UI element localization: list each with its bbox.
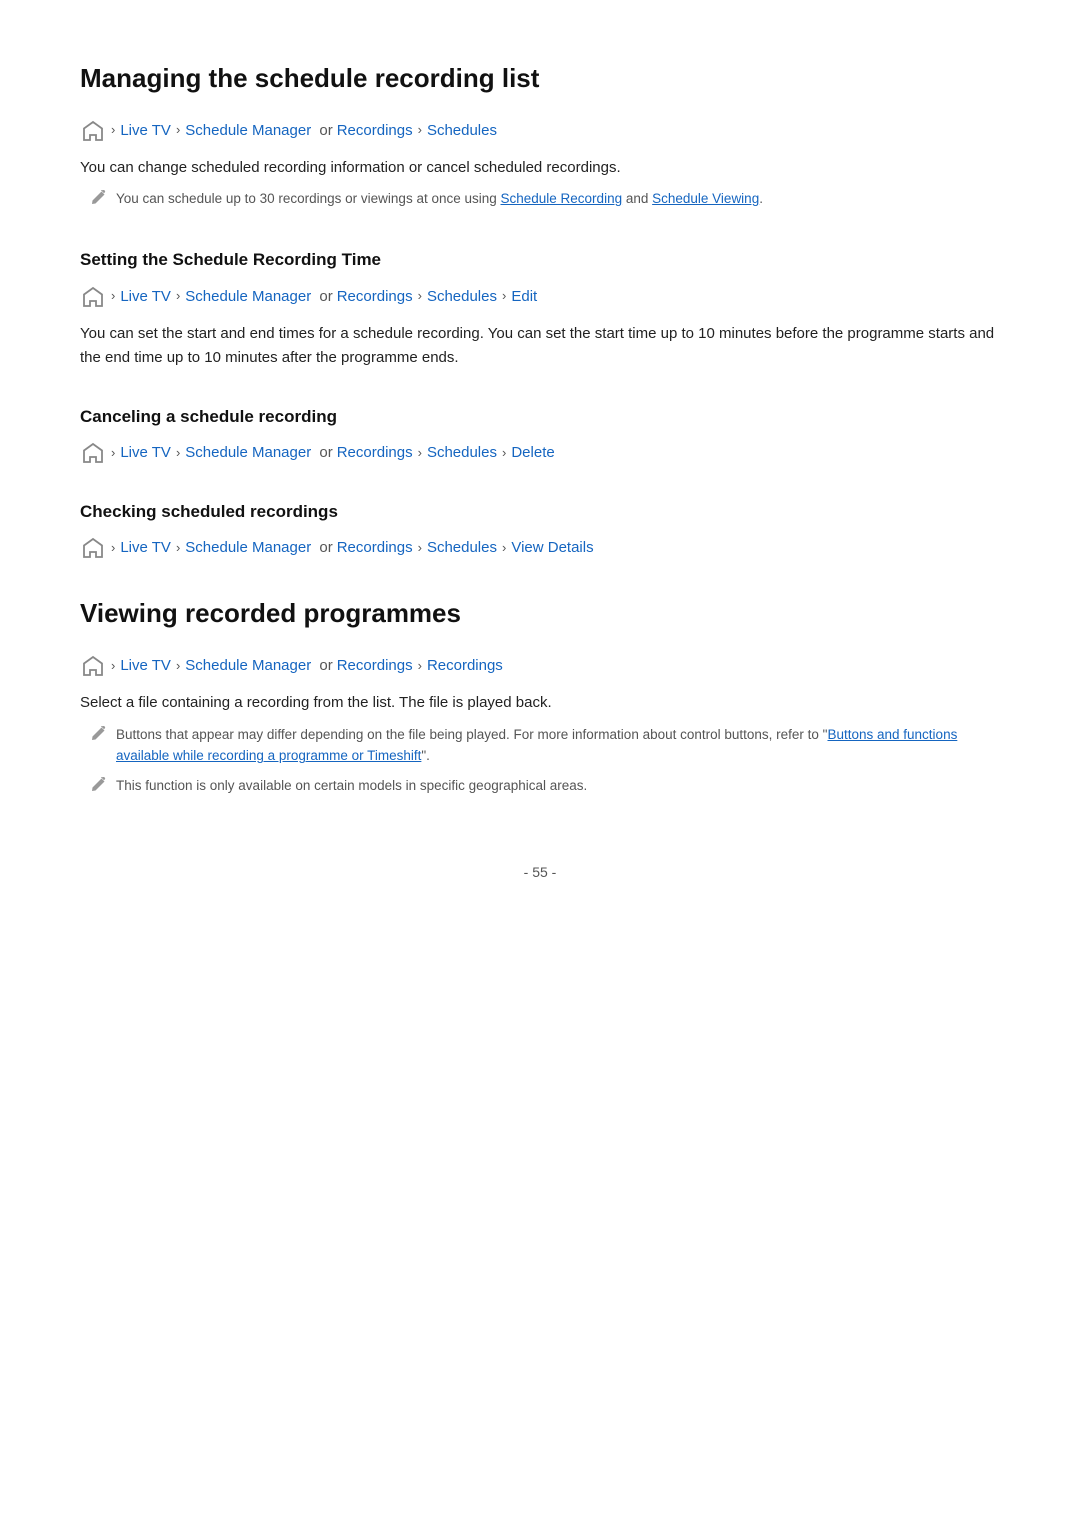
nav-or-4: or [315, 536, 333, 560]
nav-link-schedules-4[interactable]: Schedules [427, 536, 497, 560]
note-text-managing: You can schedule up to 30 recordings or … [116, 188, 763, 210]
chevron-st-3: › [418, 286, 422, 307]
note-link-schedule-recording[interactable]: Schedule Recording [501, 191, 623, 206]
chevron-ca-1: › [111, 443, 115, 464]
body-text-viewing: Select a file containing a recording fro… [80, 691, 1000, 716]
home-icon-3 [80, 440, 106, 466]
nav-link-recordings-2[interactable]: Recordings [337, 285, 413, 309]
chevron-ch-3: › [418, 538, 422, 559]
nav-link-schedules-1[interactable]: Schedules [427, 119, 497, 143]
nav-link-recordings-1[interactable]: Recordings [337, 119, 413, 143]
chevron-ca-4: › [502, 443, 506, 464]
nav-link-livetv-4[interactable]: Live TV [120, 536, 171, 560]
nav-link-schedules-3[interactable]: Schedules [427, 441, 497, 465]
subsection-title-checking: Checking scheduled recordings [80, 498, 1000, 525]
note-block-viewing-1: Buttons that appear may differ depending… [90, 724, 1000, 767]
chevron-ca-3: › [418, 443, 422, 464]
nav-link-schedmgr-2[interactable]: Schedule Manager [185, 285, 311, 309]
chevron-1: › [111, 120, 115, 141]
subsection-title-setting-time: Setting the Schedule Recording Time [80, 246, 1000, 273]
chevron-vr-3: › [418, 656, 422, 677]
chevron-2: › [176, 120, 180, 141]
pencil-icon-2 [90, 726, 106, 750]
pencil-icon-3 [90, 777, 106, 801]
home-icon [80, 118, 106, 144]
chevron-ca-2: › [176, 443, 180, 464]
nav-link-livetv-2[interactable]: Live TV [120, 285, 171, 309]
nav-link-view-details[interactable]: View Details [511, 536, 593, 560]
chevron-vr-2: › [176, 656, 180, 677]
home-icon-2 [80, 284, 106, 310]
pencil-icon-1 [90, 190, 106, 214]
body-text-managing: You can change scheduled recording infor… [80, 156, 1000, 181]
nav-link-recordings-4[interactable]: Recordings [337, 536, 413, 560]
nav-link-schedmgr-4[interactable]: Schedule Manager [185, 536, 311, 560]
nav-link-livetv-5[interactable]: Live TV [120, 654, 171, 678]
chevron-ch-2: › [176, 538, 180, 559]
nav-path-viewing: › Live TV › Schedule Manager or Recordin… [80, 653, 1000, 679]
nav-link-schedmgr-3[interactable]: Schedule Manager [185, 441, 311, 465]
note-link-buttons-functions[interactable]: Buttons and functions available while re… [116, 727, 957, 764]
chevron-vr-1: › [111, 656, 115, 677]
nav-link-schedules-2[interactable]: Schedules [427, 285, 497, 309]
nav-link-recordings-5[interactable]: Recordings [337, 654, 413, 678]
nav-link-recordings-3[interactable]: Recordings [337, 441, 413, 465]
chevron-ch-1: › [111, 538, 115, 559]
section-title-managing: Managing the schedule recording list [80, 58, 1000, 100]
chevron-3: › [418, 120, 422, 141]
home-icon-5 [80, 653, 106, 679]
chevron-st-2: › [176, 286, 180, 307]
nav-or-5: or [315, 654, 333, 678]
note-text-viewing-1: Buttons that appear may differ depending… [116, 724, 1000, 767]
section-title-viewing: Viewing recorded programmes [80, 593, 1000, 635]
note-block-viewing-2: This function is only available on certa… [90, 775, 1000, 801]
nav-path-managing: › Live TV › Schedule Manager or Recordin… [80, 118, 1000, 144]
nav-link-edit[interactable]: Edit [511, 285, 537, 309]
chevron-ch-4: › [502, 538, 506, 559]
note-text-viewing-2: This function is only available on certa… [116, 775, 587, 797]
nav-link-schedmgr-1[interactable]: Schedule Manager [185, 119, 311, 143]
nav-or-2: or [315, 285, 333, 309]
subsection-title-canceling: Canceling a schedule recording [80, 403, 1000, 430]
nav-link-schedmgr-5[interactable]: Schedule Manager [185, 654, 311, 678]
chevron-st-1: › [111, 286, 115, 307]
nav-link-delete[interactable]: Delete [511, 441, 554, 465]
body-text-setting-time: You can set the start and end times for … [80, 322, 1000, 372]
nav-link-livetv-1[interactable]: Live TV [120, 119, 171, 143]
nav-path-checking: › Live TV › Schedule Manager or Recordin… [80, 535, 1000, 561]
home-icon-4 [80, 535, 106, 561]
nav-link-recordings-6[interactable]: Recordings [427, 654, 503, 678]
chevron-st-4: › [502, 286, 506, 307]
nav-path-setting-time: › Live TV › Schedule Manager or Recordin… [80, 284, 1000, 310]
nav-or-1: or [315, 119, 333, 143]
page-number: - 55 - [80, 861, 1000, 883]
nav-path-canceling: › Live TV › Schedule Manager or Recordin… [80, 440, 1000, 466]
nav-link-livetv-3[interactable]: Live TV [120, 441, 171, 465]
note-block-managing: You can schedule up to 30 recordings or … [90, 188, 1000, 214]
nav-or-3: or [315, 441, 333, 465]
note-link-schedule-viewing[interactable]: Schedule Viewing [652, 191, 759, 206]
